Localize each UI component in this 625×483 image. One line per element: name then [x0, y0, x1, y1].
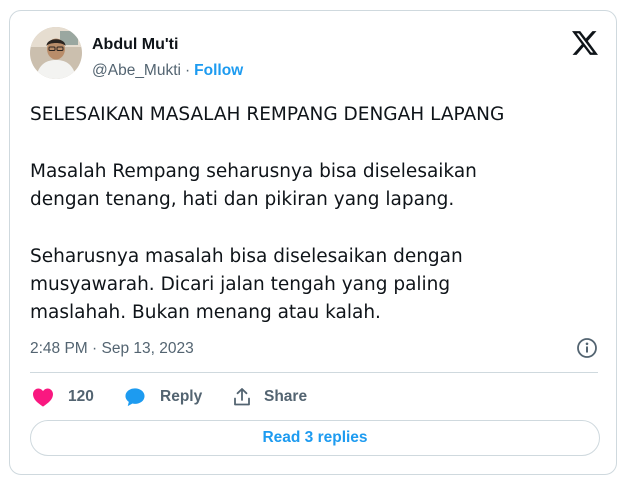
tweet-text-line: Seharusnya masalah bisa diselesaikan den…	[30, 246, 463, 267]
reply-button[interactable]: Reply	[124, 385, 202, 409]
share-button[interactable]: Share	[232, 385, 307, 409]
tweet-card: Abdul Mu'ti @Abe_Mukti · Follow SELESAIKAN…	[9, 10, 617, 475]
tweet-text-line: SELESAIKAN MASALAH REMPANG DENGAH LAPANG	[30, 104, 505, 125]
author-handle-line: @Abe_Mukti · Follow	[92, 62, 243, 80]
read-replies-label: Read 3 replies	[262, 429, 368, 446]
author-handle[interactable]: @Abe_Mukti	[92, 62, 181, 79]
tweet-timestamp[interactable]: 2:48 PM · Sep 13, 2023	[30, 340, 194, 358]
divider	[30, 372, 598, 373]
like-count: 120	[68, 388, 94, 405]
tweet-text-line: dengan tenang, hati dan pikiran yang lap…	[30, 189, 455, 210]
author-name[interactable]: Abdul Mu'ti	[92, 36, 178, 54]
tweet-text-line: Masalah Rempang seharusnya bisa diselesa…	[30, 161, 477, 182]
tweet-text: SELESAIKAN MASALAH REMPANG DENGAH LAPANG…	[30, 101, 600, 327]
avatar-image	[30, 27, 82, 79]
follow-button[interactable]: Follow	[194, 62, 243, 79]
heart-icon	[33, 388, 53, 407]
handle-separator: ·	[184, 62, 191, 79]
tweet-text-line: musyawarah. Dicari jalan tengah yang pal…	[30, 274, 451, 295]
share-label: Share	[264, 388, 308, 405]
speech-bubble-icon	[125, 388, 145, 407]
share-upload-icon	[234, 388, 250, 406]
info-icon[interactable]	[576, 337, 598, 359]
x-logo-icon[interactable]	[572, 31, 598, 55]
author-avatar[interactable]	[30, 27, 82, 79]
reply-label: Reply	[160, 388, 203, 405]
tweet-text-line: maslahah. Bukan menang atau kalah.	[30, 302, 381, 323]
like-button[interactable]: 120	[32, 385, 94, 409]
read-replies-button[interactable]: Read 3 replies	[30, 420, 600, 456]
